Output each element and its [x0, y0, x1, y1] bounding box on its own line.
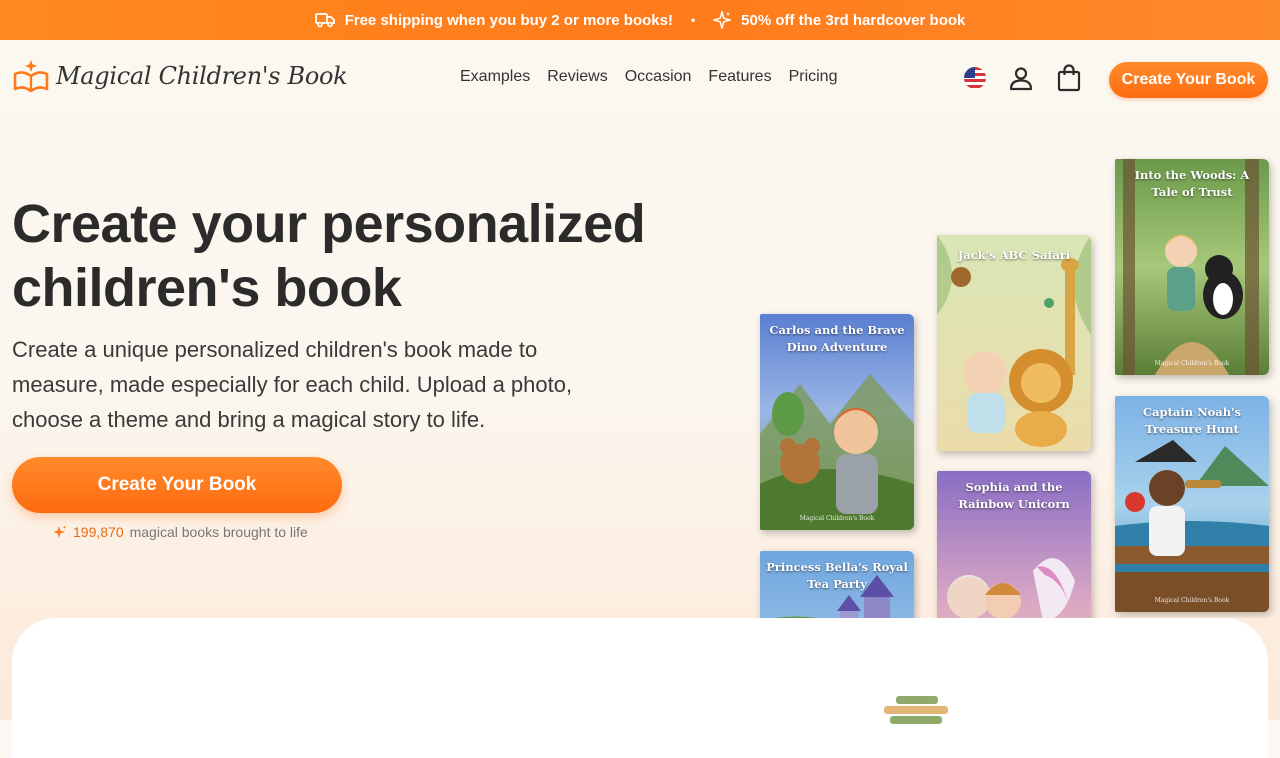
nav-pricing[interactable]: Pricing	[789, 68, 838, 86]
counter-number: 199,870	[73, 524, 124, 540]
sparkle-icon	[53, 525, 67, 538]
book-title: Jack's ABC Safari	[957, 248, 1071, 262]
content-card	[12, 618, 1268, 758]
page-title: Create your personalized children's book	[12, 194, 646, 318]
book-title: Captain Noah's Treasure Hunt	[1142, 405, 1242, 436]
books-counter: 199,870 magical books brought to life	[52, 524, 308, 540]
us-flag-icon[interactable]	[964, 67, 986, 89]
book-brand: Magical Children's Book	[1154, 597, 1230, 604]
promo-shipping-text: Free shipping when you buy 2 or more boo…	[344, 11, 673, 29]
nav-reviews[interactable]: Reviews	[547, 68, 607, 86]
book-title: Sophia and the Rainbow Unicorn	[958, 480, 1070, 511]
book-brand: Magical Children's Book	[799, 515, 875, 522]
book-title: Princess Bella's Royal Tea Party	[766, 560, 908, 591]
book-title: Into the Woods: A Tale of Trust	[1134, 168, 1250, 199]
site-header: Magical Children's Book Examples Reviews…	[0, 40, 1280, 120]
promo-banner: Free shipping when you buy 2 or more boo…	[0, 0, 1280, 40]
book-cover-tea-party[interactable]: Princess Bella's Royal Tea Party	[760, 551, 914, 618]
hero-subtitle: Create a unique personalized children's …	[12, 337, 573, 432]
shopping-bag-icon[interactable]	[1056, 64, 1082, 92]
book-cover-treasure[interactable]: Captain Noah's Treasure Hunt Magical Chi…	[1115, 396, 1269, 612]
book-title: Carlos and the Brave Dino Adventure	[769, 323, 905, 354]
book-cover-unicorn[interactable]: Sophia and the Rainbow Unicorn	[937, 471, 1091, 618]
main-nav: Examples Reviews Occasion Features Prici…	[460, 68, 837, 86]
promo-discount-text: 50% off the 3rd hardcover book	[741, 11, 966, 29]
header-icons	[964, 64, 1082, 92]
book-cover-dino[interactable]: Carlos and the Brave Dino Adventure Magi…	[760, 314, 914, 530]
nav-examples[interactable]: Examples	[460, 68, 530, 86]
book-cover-safari[interactable]: Jack's ABC Safari	[937, 235, 1091, 451]
book-illustration	[937, 235, 1091, 451]
user-icon[interactable]	[1008, 65, 1034, 91]
nav-features[interactable]: Features	[708, 68, 771, 86]
brand-name: Magical Children's Book	[56, 62, 348, 90]
header-create-book-button[interactable]: Create Your Book	[1109, 62, 1268, 98]
book-logo-icon	[13, 60, 49, 93]
sparkle-icon	[713, 11, 732, 29]
brand-logo[interactable]: Magical Children's Book	[12, 58, 348, 94]
nav-occasion[interactable]: Occasion	[625, 68, 692, 86]
truck-icon	[314, 13, 335, 28]
hero-create-book-button[interactable]: Create Your Book	[12, 457, 342, 513]
counter-text: magical books brought to life	[129, 524, 308, 540]
promo-separator: •	[690, 13, 696, 27]
book-brand: Magical Children's Book	[1154, 360, 1230, 367]
book-cover-woods[interactable]: Into the Woods: A Tale of Trust Magical …	[1115, 159, 1269, 375]
